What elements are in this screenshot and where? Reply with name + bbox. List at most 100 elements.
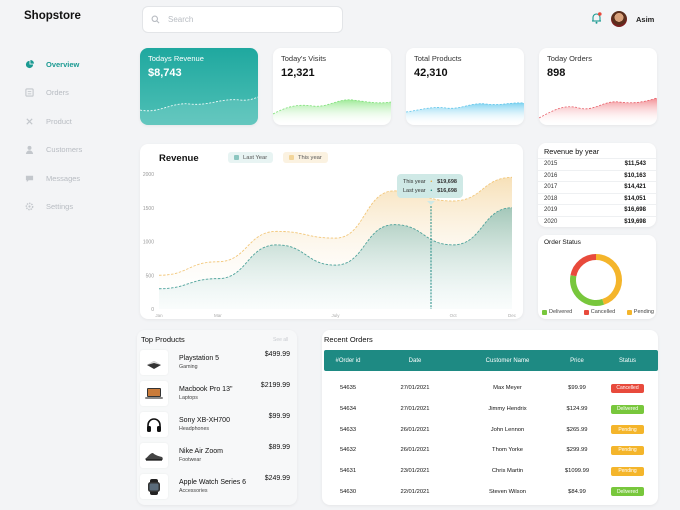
revenue-chart-card: 2000 1500 1000 500 0 Jan Mar July Oct Dec Revenue… xyxy=(140,144,523,319)
revenue-by-year-card: Revenue by year 2015 $11,543 2016 $10,163 20… xyxy=(538,143,656,227)
y-tick-label: 1500 xyxy=(143,206,154,212)
list-item[interactable]: Playstation 5 Gaming $499.99 xyxy=(140,347,296,378)
list-item[interactable]: Sony XB-XH700 Headphones $99.99 xyxy=(140,409,296,440)
avatar[interactable] xyxy=(611,11,627,27)
legend-label: Cancelled xyxy=(590,309,616,315)
product-name: Nike Air Zoom xyxy=(179,448,223,455)
list-item[interactable]: Macbook Pro 13" Laptops $2199.99 xyxy=(140,378,296,409)
watch-icon xyxy=(140,474,168,499)
sidebar-item-label: Orders xyxy=(46,88,69,98)
y-tick-label: 0 xyxy=(151,307,154,313)
notification-bell-icon[interactable] xyxy=(591,12,602,24)
year-value: $11,543 xyxy=(624,161,646,168)
year-label: 2020 xyxy=(544,218,558,225)
see-all-link[interactable]: See all xyxy=(273,337,288,343)
product-info: Sony XB-XH700 Headphones xyxy=(179,417,230,432)
x-tick-label: Oct xyxy=(450,313,458,318)
year-row: 2020 $19,698 xyxy=(538,215,656,228)
stat-value: $8,743 xyxy=(148,67,182,79)
sidebar-item-messages[interactable]: Messages xyxy=(24,164,82,193)
order-id: 54632 xyxy=(339,447,357,454)
year-value: $14,421 xyxy=(624,184,646,191)
customer-name: Jimmy Hendrix xyxy=(488,406,527,413)
status-badge: Pending xyxy=(611,466,644,476)
orders-table-body: 54635 27/01/2021 Max Meyer $99.99 Cancelled 5… xyxy=(324,378,658,502)
product-name: Macbook Pro 13" xyxy=(179,386,233,393)
sidebar-item-customers[interactable]: Customers xyxy=(24,136,82,165)
order-date: 27/01/2021 xyxy=(400,385,430,392)
order-date: 23/01/2021 xyxy=(400,468,430,475)
sidebar-item-settings[interactable]: Settings xyxy=(24,193,82,222)
legend-item: Pending xyxy=(626,309,654,315)
product-info: Macbook Pro 13" Laptops xyxy=(179,386,232,401)
product-price: $89.99 xyxy=(268,444,290,451)
stat-card-products: Total Products 42,310 xyxy=(406,48,524,125)
legend-label: This year xyxy=(298,154,322,161)
order-id: 54633 xyxy=(339,426,357,433)
table-row[interactable]: 54635 27/01/2021 Max Meyer $99.99 Cancelled xyxy=(324,378,658,399)
legend-this-year[interactable]: This year xyxy=(283,152,328,163)
stat-sparkline xyxy=(273,99,391,125)
product-category: Footwear xyxy=(179,457,202,463)
search-input[interactable] xyxy=(168,15,328,24)
legend-item: Cancelled xyxy=(583,309,616,315)
order-price: $265.99 xyxy=(566,426,588,433)
year-row: 2015 $11,543 xyxy=(538,158,656,170)
year-label: 2016 xyxy=(544,172,558,179)
table-row[interactable]: 54633 26/01/2021 John Lennon $265.99 Pending xyxy=(324,419,658,440)
revenue-title: Revenue xyxy=(159,153,199,164)
product-name: Apple Watch Series 6 xyxy=(179,479,247,486)
sidebar-item-label: Settings xyxy=(46,202,74,212)
user-name[interactable]: Asim xyxy=(636,15,654,24)
top-products-title: Top Products xyxy=(141,335,185,344)
sidebar-item-label: Customers xyxy=(46,145,83,155)
product-price: $99.99 xyxy=(268,413,290,420)
stat-card-visits: Today's Visits 12,321 xyxy=(273,48,391,125)
status-badge: Pending xyxy=(611,425,644,435)
table-row[interactable]: 54631 23/01/2021 Chris Martin $1099.99 Pendi… xyxy=(324,461,658,482)
product-price: $249.99 xyxy=(264,475,290,482)
table-row[interactable]: 54632 26/01/2021 Thom Yorke $299.99 Pending xyxy=(324,440,658,461)
stat-card-revenue: Todays Revenue $8,743 xyxy=(140,48,258,125)
sidebar-item-overview[interactable]: Overview xyxy=(24,50,82,79)
status-cell: Cancelled xyxy=(597,383,658,393)
order-id: 54634 xyxy=(339,406,357,413)
search-box[interactable] xyxy=(142,6,343,33)
tooltip-this-label: This year xyxy=(403,179,426,185)
table-row[interactable]: 54634 27/01/2021 Jimmy Hendrix $124.99 Deliv… xyxy=(324,399,658,420)
donut-slice-pending xyxy=(595,254,622,305)
sidebar-item-label: Messages xyxy=(46,173,81,183)
top-products-list: Playstation 5 Gaming $499.99 Macbook Pro 13… xyxy=(140,347,296,502)
order-status-legend: Delivered Cancelled Pending xyxy=(542,309,654,315)
order-price: $124.99 xyxy=(566,406,588,413)
customer-name: Max Meyer xyxy=(493,385,522,392)
status-badge: Cancelled xyxy=(611,383,644,393)
list-item[interactable]: Apple Watch Series 6 Accessories $249.99 xyxy=(140,471,296,502)
sidebar-item-product[interactable]: Product xyxy=(24,107,82,136)
year-label: 2015 xyxy=(544,161,558,168)
status-badge: Delivered xyxy=(611,487,644,497)
sidebar-item-orders[interactable]: Orders xyxy=(24,79,82,108)
table-row[interactable]: 54630 22/01/2021 Steven Wilson $84.99 Delive… xyxy=(324,481,658,502)
sidebar: Shopstore Overview Orders Product Custom… xyxy=(0,0,118,510)
year-row: 2016 $10,163 xyxy=(538,169,656,182)
pie-chart-icon xyxy=(24,59,34,69)
stat-sparkline xyxy=(539,97,657,125)
orders-table-header: #Order id Date Customer Name Price Statu… xyxy=(324,350,658,371)
tooltip-last-label: Last year xyxy=(403,188,426,194)
customer-name: John Lennon xyxy=(490,426,525,433)
stat-value: 12,321 xyxy=(281,67,315,79)
legend-swatch xyxy=(234,155,239,160)
status-cell: Pending xyxy=(597,425,658,435)
product-category: Laptops xyxy=(179,395,198,401)
legend-last-year[interactable]: Last Year xyxy=(228,152,274,163)
stat-label: Today's Visits xyxy=(281,54,327,63)
year-value: $10,163 xyxy=(624,172,646,179)
headphones-icon xyxy=(140,412,168,437)
order-price: $99.99 xyxy=(568,385,586,392)
brand-logo: Shopstore xyxy=(24,10,81,22)
list-item[interactable]: Nike Air Zoom Footwear $89.99 xyxy=(140,440,296,471)
customer-name: Steven Wilson xyxy=(488,488,527,495)
stat-sparkline xyxy=(406,102,524,125)
x-tick-label: July xyxy=(331,313,340,318)
